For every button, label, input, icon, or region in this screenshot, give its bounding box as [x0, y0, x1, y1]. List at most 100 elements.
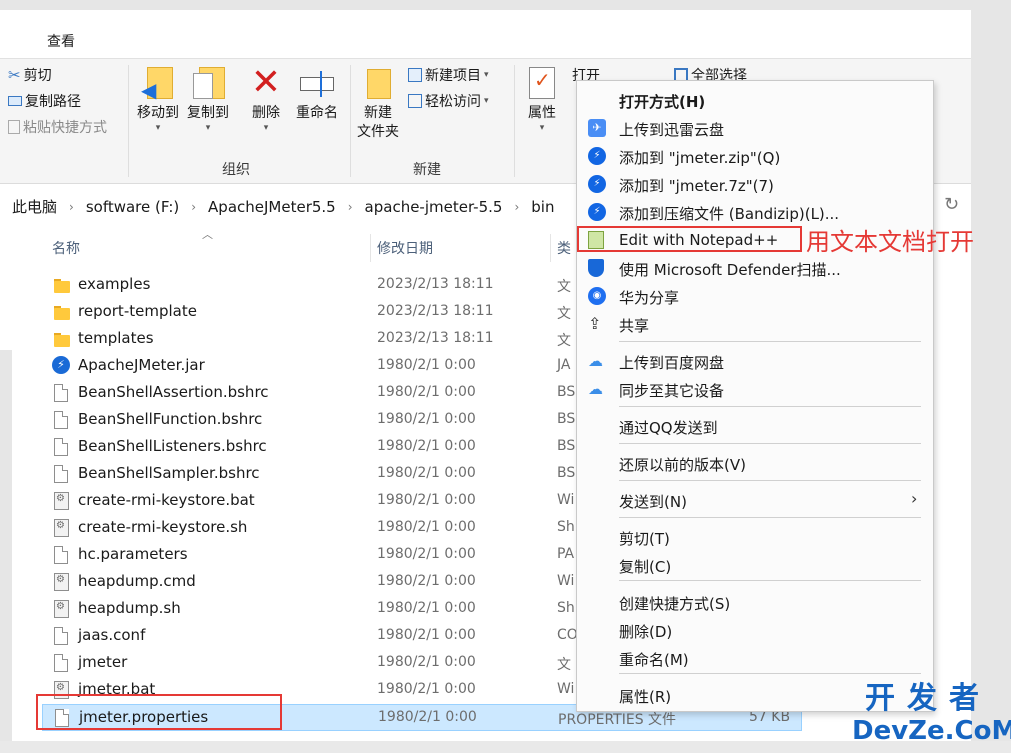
file-date: 1980/2/1 0:00 [377, 384, 476, 400]
menu-item[interactable]: 复制(C) [577, 552, 933, 578]
file-name: jmeter [78, 653, 128, 671]
ribbon-separator [350, 65, 351, 177]
file-name: jaas.conf [78, 626, 146, 644]
chevron-down-icon: ▾ [484, 70, 489, 80]
menu-item[interactable]: ⚡ 添加到 "jmeter.7z"(7) [577, 171, 933, 197]
share-icon: ⇪ [588, 314, 602, 333]
folder-icon [54, 333, 70, 347]
breadcrumb-item[interactable]: apache-jmeter-5.5 [365, 198, 503, 216]
file-type: CO [557, 627, 578, 643]
file-name: hc.parameters [78, 545, 188, 563]
menu-item-label: 剪切(T) [619, 530, 670, 548]
menu-item-label: 发送到(N) [619, 493, 687, 511]
chevron-down-icon: ▾ [484, 96, 489, 106]
file-icon [54, 627, 68, 645]
breadcrumb-item[interactable]: bin [531, 198, 554, 216]
new-item-button[interactable]: 新建项目 ▾ [408, 65, 489, 85]
menu-separator [619, 480, 921, 481]
huawei-share-icon: ◉ [588, 287, 606, 305]
copy-to-icon [191, 65, 225, 101]
file-type: Wi [557, 681, 575, 697]
tab-view[interactable]: 查看 [47, 31, 75, 51]
file-type: 文 [557, 279, 571, 295]
move-to-button[interactable]: ◀ 移动到 ▾ [134, 65, 182, 133]
breadcrumb-item[interactable]: 此电脑 [12, 196, 57, 217]
menu-separator [619, 406, 921, 407]
sort-ascending-icon: ︿ [202, 228, 213, 241]
menu-item[interactable]: 剪切(T) [577, 524, 933, 550]
file-date: 1980/2/1 0:00 [377, 438, 476, 454]
file-date: 1980/2/1 0:00 [377, 357, 476, 373]
chevron-down-icon: ▾ [263, 123, 269, 133]
column-header-name[interactable]: 名称 [52, 238, 80, 258]
menu-item[interactable]: 使用 Microsoft Defender扫描... [577, 255, 933, 281]
copy-path-icon [8, 96, 22, 106]
menu-item-label: 添加到 "jmeter.zip"(Q) [619, 149, 781, 167]
rename-button[interactable]: 重命名 [292, 65, 342, 123]
window-frame-top [0, 0, 1011, 10]
refresh-icon[interactable]: ↻ [944, 194, 959, 215]
file-date: 2023/2/13 18:11 [377, 330, 494, 346]
bandizip-icon: ⚡ [588, 147, 606, 165]
easy-access-button[interactable]: 轻松访问 ▾ [408, 91, 489, 111]
menu-item-label: 使用 Microsoft Defender扫描... [619, 261, 841, 279]
delete-x-icon: ✕ [250, 62, 282, 103]
script-icon [54, 519, 69, 537]
menu-item-label: 创建快捷方式(S) [619, 595, 731, 613]
file-type: Sh [557, 519, 575, 535]
menu-item[interactable]: ✈ 上传到迅雷云盘 [577, 115, 933, 141]
ribbon-separator [514, 65, 515, 177]
column-header-type[interactable]: 类 [557, 238, 571, 258]
delete-button[interactable]: ✕ 删除 ▾ [246, 62, 286, 134]
watermark-logo: 开发者 DevZe.CoM [852, 681, 1011, 747]
menu-item-label: 添加到 "jmeter.7z"(7) [619, 177, 774, 195]
chevron-down-icon: ▾ [205, 123, 211, 133]
menu-item[interactable]: ☁ 上传到百度网盘 [577, 348, 933, 374]
menu-item[interactable]: ⇪ 共享 [577, 311, 933, 337]
menu-item-label: 复制(C) [619, 558, 672, 576]
menu-item-label: 共享 [619, 317, 650, 335]
column-divider[interactable] [550, 234, 551, 262]
copy-to-button[interactable]: 复制到 ▾ [184, 65, 232, 133]
explorer-window: 查看 ✂ 剪切 复制路径 粘贴快捷方式 ◀ 移动到 ▾ 复制到 ▾ ✕ 删除 ▾… [0, 0, 1011, 753]
window-frame-left [0, 350, 12, 753]
menu-separator [619, 443, 921, 444]
file-date: 1980/2/1 0:00 [378, 709, 477, 725]
column-divider[interactable] [370, 234, 371, 262]
new-item-icon [408, 68, 422, 82]
menu-item[interactable]: ⚡ 添加到 "jmeter.zip"(Q) [577, 143, 933, 169]
menu-item-label: 上传到百度网盘 [619, 354, 725, 372]
copy-path-button[interactable]: 复制路径 [8, 91, 81, 111]
menu-item[interactable]: 重命名(M) [577, 645, 933, 671]
breadcrumb-item[interactable]: software (F:) [86, 198, 179, 216]
menu-item[interactable]: ☁ 同步至其它设备 [577, 376, 933, 402]
group-label-new: 新建 [413, 162, 441, 178]
menu-item-label: 删除(D) [619, 623, 673, 641]
cut-button[interactable]: ✂ 剪切 [8, 65, 52, 85]
column-header-modified[interactable]: 修改日期 [377, 238, 433, 258]
paste-shortcut-button[interactable]: 粘贴快捷方式 [8, 117, 107, 137]
menu-item[interactable]: 通过QQ发送到 [577, 413, 933, 439]
file-name: create-rmi-keystore.bat [78, 491, 255, 509]
menu-item[interactable]: ◉ 华为分享 [577, 283, 933, 309]
ribbon-separator [128, 65, 129, 177]
new-folder-button[interactable]: 新建 文件夹 [354, 65, 402, 142]
folder-icon [54, 279, 70, 293]
menu-item-label: 通过QQ发送到 [619, 419, 718, 437]
file-icon [54, 438, 68, 456]
menu-item[interactable]: 发送到(N) › [577, 487, 933, 513]
folder-icon [54, 306, 70, 320]
properties-checklist-icon: ✓ [525, 65, 559, 101]
file-type: 文 [557, 306, 571, 322]
menu-item[interactable]: 还原以前的版本(V) [577, 450, 933, 476]
chevron-right-icon: › [69, 199, 74, 214]
file-name: ApacheJMeter.jar [78, 356, 205, 374]
properties-button[interactable]: ✓ 属性 ▾ [520, 65, 564, 133]
script-icon [54, 573, 69, 591]
highlight-box-menu-item [577, 226, 802, 252]
breadcrumb-item[interactable]: ApacheJMeter5.5 [208, 198, 336, 216]
menu-item[interactable]: 删除(D) [577, 617, 933, 643]
file-date: 1980/2/1 0:00 [377, 492, 476, 508]
menu-item[interactable]: 打开方式(H) [577, 87, 933, 113]
menu-item[interactable]: 创建快捷方式(S) [577, 589, 933, 615]
